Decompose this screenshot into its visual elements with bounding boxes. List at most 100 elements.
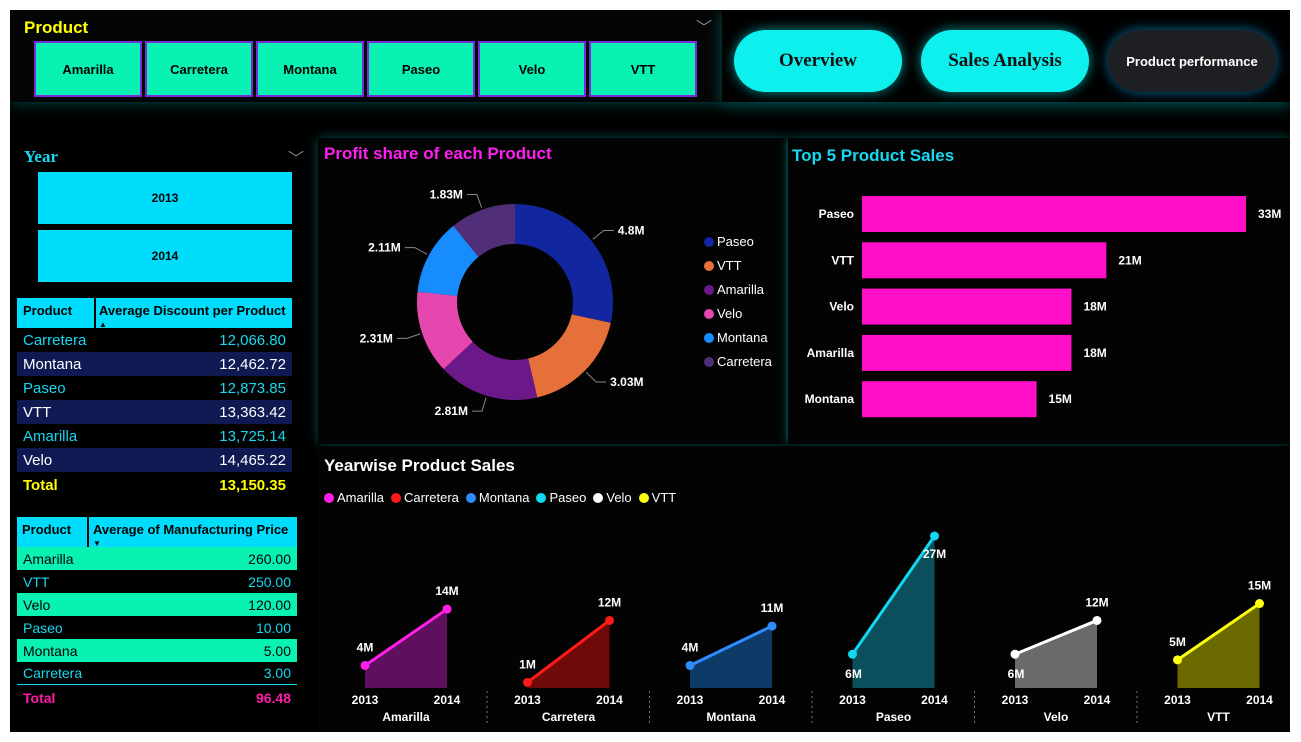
legend-item[interactable]: Amarilla <box>704 282 772 297</box>
data-point[interactable] <box>767 621 777 631</box>
total-label: Total <box>23 476 58 494</box>
cell-product: VTT <box>23 403 52 421</box>
data-point[interactable] <box>523 677 532 687</box>
x-tick-label: 2014 <box>921 693 948 707</box>
cell-product: Montana <box>23 642 78 659</box>
bar-velo[interactable] <box>862 288 1072 325</box>
sales-analysis-button[interactable]: Sales Analysis <box>921 30 1089 92</box>
column-header-product[interactable]: Product <box>23 303 72 318</box>
table-row: Amarilla 13,725.14 <box>17 424 292 448</box>
x-tick-label: 2014 <box>759 693 786 707</box>
cell-product: Velo <box>23 596 51 613</box>
year-slicer-title: Year <box>24 147 58 166</box>
legend-dot <box>704 284 714 295</box>
table-row: Montana 5.00 <box>17 639 297 662</box>
x-tick-label: 2013 <box>514 693 541 707</box>
legend-dot <box>704 260 714 271</box>
area-fill-montana <box>690 626 772 688</box>
table-row: Velo 120.00 <box>17 593 297 616</box>
dashboard-canvas: Product ﹀ Amarilla Carretera Montana Pas… <box>10 10 1290 732</box>
discount-table: Product Average Discount per Product ▲ C… <box>10 290 315 502</box>
table-total-row: Total 96.48 <box>17 686 297 709</box>
leader-line <box>466 194 483 208</box>
column-header-avg-discount[interactable]: Average Discount per Product <box>99 303 286 318</box>
leader-line <box>404 247 428 255</box>
cell-value: 10.00 <box>255 619 291 636</box>
product-option-vtt[interactable]: VTT <box>589 41 697 97</box>
cell-value: 14,465.22 <box>219 451 286 469</box>
table-row: Montana 12,462.72 <box>17 352 292 376</box>
product-option-montana[interactable]: Montana <box>256 41 364 97</box>
x-tick-label: 2013 <box>1002 693 1029 707</box>
total-label: Total <box>23 689 56 706</box>
donut-data-label: 3.03M <box>610 375 643 389</box>
x-tick-label: 2013 <box>839 693 866 707</box>
bar-data-label: 18M <box>1083 300 1106 314</box>
data-point[interactable] <box>848 649 857 659</box>
legend-label: Paseo <box>717 234 754 249</box>
data-point[interactable] <box>1173 655 1182 665</box>
bar-chart: Paseo 33M VTT 21M Velo 18M Amarilla 18M Montana 1… <box>805 196 1281 418</box>
bar-vtt[interactable] <box>862 242 1107 279</box>
donut-legend: Paseo VTT Amarilla Velo Montana Carreter… <box>704 234 772 369</box>
table-row: Velo 14,465.22 <box>17 448 292 472</box>
small-multiple-label: Amarilla <box>382 710 430 724</box>
donut-slice-paseo[interactable] <box>515 204 613 323</box>
data-point[interactable] <box>1255 599 1264 609</box>
cell-product: Paseo <box>23 619 63 636</box>
cell-value: 5.00 <box>263 642 291 659</box>
legend-item[interactable]: Paseo <box>704 234 772 249</box>
cell-value: 13,363.42 <box>219 403 286 421</box>
donut-data-label: 1.83M <box>430 188 463 202</box>
navigation-panel: Overview Sales Analysis Product performa… <box>722 10 1290 102</box>
data-point[interactable] <box>930 531 939 541</box>
overview-button[interactable]: Overview <box>734 30 902 92</box>
data-point[interactable] <box>1092 615 1102 625</box>
table-row: VTT 250.00 <box>17 570 297 593</box>
bar-amarilla[interactable] <box>862 334 1072 371</box>
area-data-label: 12M <box>598 595 621 609</box>
product-option-paseo[interactable]: Paseo <box>367 41 475 97</box>
x-tick-label: 2014 <box>1246 693 1273 707</box>
bar-montana[interactable] <box>862 381 1037 418</box>
bar-category-label: Montana <box>805 392 855 406</box>
legend-item[interactable]: Carretera <box>704 354 772 369</box>
legend-item[interactable]: Velo <box>704 306 772 321</box>
area-data-label: 6M <box>845 667 862 681</box>
cell-product: Amarilla <box>23 550 74 567</box>
column-header-mfg-price[interactable]: Average of Manufacturing Price <box>93 522 288 537</box>
donut-data-label: 2.31M <box>360 331 393 345</box>
cell-product: Carretera <box>23 665 83 681</box>
chevron-down-icon[interactable]: ﹀ <box>288 145 304 169</box>
data-point[interactable] <box>442 604 452 614</box>
legend-label: Carretera <box>717 354 772 369</box>
year-option-2013[interactable]: 2013 <box>38 172 292 224</box>
product-performance-button[interactable]: Product performance <box>1108 30 1276 92</box>
column-header-product[interactable]: Product <box>22 522 71 537</box>
area-data-label: 4M <box>357 640 374 654</box>
table-header: Product Average Discount per Product ▲ <box>17 298 292 329</box>
total-value: 13,150.35 <box>219 476 286 494</box>
chevron-down-icon[interactable]: ﹀ <box>696 14 712 38</box>
bar-category-label: Paseo <box>819 207 854 221</box>
bar-data-label: 15M <box>1049 392 1072 406</box>
product-option-amarilla[interactable]: Amarilla <box>34 41 142 97</box>
product-option-carretera[interactable]: Carretera <box>145 41 253 97</box>
data-point[interactable] <box>1010 649 1020 659</box>
legend-item[interactable]: Montana <box>704 330 772 345</box>
bar-paseo[interactable] <box>862 196 1246 232</box>
small-multiple-label: Velo <box>1044 710 1069 724</box>
year-option-2014[interactable]: 2014 <box>38 230 292 282</box>
cell-product: Paseo <box>23 379 66 397</box>
legend-item[interactable]: VTT <box>704 258 772 273</box>
area-fill-velo <box>1015 620 1097 688</box>
product-option-velo[interactable]: Velo <box>478 41 586 97</box>
area-data-label: 12M <box>1085 595 1108 609</box>
area-data-label: 5M <box>1169 635 1186 649</box>
data-point[interactable] <box>605 615 614 625</box>
donut-slice-vtt[interactable] <box>528 314 611 398</box>
donut-data-label: 2.81M <box>435 404 468 418</box>
data-point[interactable] <box>685 660 695 670</box>
data-point[interactable] <box>360 660 370 670</box>
small-multiple-label: VTT <box>1207 710 1230 724</box>
